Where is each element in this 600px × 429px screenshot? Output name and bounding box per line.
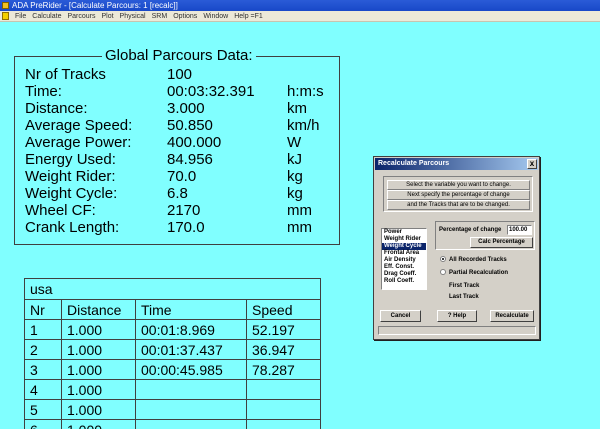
cell-nr: 1	[25, 320, 62, 340]
list-item[interactable]: Weight Rider	[382, 236, 426, 243]
cell-distance: 1.000	[62, 400, 136, 420]
cell-speed: 36.947	[252, 342, 295, 358]
cell-distance: 1.000	[62, 420, 136, 429]
menu-calculate[interactable]: Calculate	[29, 11, 64, 21]
cell-speed: 52.197	[252, 322, 295, 338]
menu-parcours[interactable]: Parcours	[64, 11, 98, 21]
menu-srm[interactable]: SRM	[149, 11, 171, 21]
app-icon	[2, 2, 9, 9]
percentage-group: Percentage of change 100.00 Calc Percent…	[435, 221, 535, 250]
recalculate-parcours-dialog: Recalculate Parcours x Select the variab…	[373, 156, 540, 340]
recalculate-button[interactable]: Recalculate	[490, 310, 534, 322]
menu-bar: File Calculate Parcours Plot Physical SR…	[0, 11, 600, 22]
instruction-line: Select the variable you want to change.	[387, 180, 530, 190]
radio-checked-icon[interactable]	[440, 256, 446, 263]
variable-listbox[interactable]: Power Weight Rider Weight Cycle Frontal …	[381, 228, 427, 290]
cell-time	[136, 420, 247, 429]
cell-nr: 4	[25, 380, 62, 400]
cell-time: 00:01:37.437	[136, 340, 247, 360]
table-header-row: Nr Distance Time Speed	[25, 300, 320, 320]
menu-window[interactable]: Window	[200, 11, 231, 21]
track-selection-group: All Recorded Tracks Partial Recalculatio…	[435, 252, 535, 305]
list-item[interactable]: Air Density	[382, 257, 426, 264]
list-item[interactable]: Frontal Area	[382, 250, 426, 257]
track-table: usa Nr Distance Time Speed 1 1.000 00:01…	[24, 278, 321, 429]
cell-speed	[247, 380, 320, 400]
instruction-line: and the Tracks that are to be changed.	[387, 200, 530, 210]
cell-nr: 2	[25, 340, 62, 360]
dialog-title-bar: Recalculate Parcours x	[375, 158, 538, 170]
list-item[interactable]: Eff. Const.	[382, 264, 426, 271]
menu-plot[interactable]: Plot	[98, 11, 116, 21]
global-parcours-panel: Global Parcours Data: Nr of Tracks 100 T…	[14, 47, 340, 245]
cell-speed	[247, 420, 320, 429]
cell-speed: 78.287	[252, 362, 295, 378]
global-parcours-title: Global Parcours Data:	[102, 47, 256, 65]
menu-physical[interactable]: Physical	[117, 11, 149, 21]
cell-time: 00:01:8.969	[136, 320, 247, 340]
column-header-nr: Nr	[25, 300, 62, 320]
table-row: 4 1.000	[25, 380, 320, 400]
window-title-bar: ADA PreRider - [Calculate Parcours: 1 [r…	[0, 0, 600, 11]
table-row: 3 1.000 00:00:45.985 78.287	[25, 360, 320, 380]
cell-nr: 3	[25, 360, 62, 380]
column-header-distance: Distance	[62, 300, 136, 320]
radio-unchecked-icon[interactable]	[440, 269, 446, 276]
table-row: 6 1.000	[25, 420, 320, 429]
window-title: ADA PreRider - [Calculate Parcours: 1 [r…	[12, 1, 178, 10]
column-header-time: Time	[136, 300, 247, 320]
instruction-line: Next specify the percentage of change	[387, 190, 530, 200]
list-item[interactable]: Roll Coeff.	[382, 278, 426, 285]
cell-distance: 1.000	[62, 380, 136, 400]
cell-speed	[247, 400, 320, 420]
table-row: 2 1.000 00:01:37.437 36.947	[25, 340, 320, 360]
partial-recalculation-radio[interactable]: Partial Recalculation	[440, 269, 508, 278]
cell-distance: 1.000	[62, 340, 136, 360]
instructions-panel: Select the variable you want to change. …	[383, 176, 533, 212]
cell-time	[136, 400, 247, 420]
cell-time	[136, 380, 247, 400]
document-icon[interactable]	[2, 12, 9, 20]
menu-options[interactable]: Options	[170, 11, 200, 21]
percentage-label: Percentage of change	[439, 227, 502, 233]
help-button[interactable]: ? Help	[437, 310, 477, 322]
menu-help[interactable]: Help =F1	[231, 11, 266, 21]
table-name: usa	[25, 279, 320, 300]
list-item[interactable]: Drag Coeff.	[382, 271, 426, 278]
cell-time: 00:00:45.985	[136, 360, 247, 380]
percentage-input[interactable]: 100.00	[507, 225, 532, 235]
table-row: 5 1.000	[25, 400, 320, 420]
dialog-title: Recalculate Parcours	[378, 160, 450, 167]
cell-nr: 6	[25, 420, 62, 429]
cancel-button[interactable]: Cancel	[380, 310, 421, 322]
list-item[interactable]: Power	[382, 229, 426, 236]
table-row: 1 1.000 00:01:8.969 52.197	[25, 320, 320, 340]
cell-nr: 5	[25, 400, 62, 420]
last-track-button[interactable]: Last Track	[449, 294, 479, 300]
cell-distance: 1.000	[62, 320, 136, 340]
first-track-button[interactable]: First Track	[449, 283, 479, 289]
cell-distance: 1.000	[62, 360, 136, 380]
status-bar	[378, 326, 536, 335]
list-item-selected[interactable]: Weight Cycle	[382, 243, 426, 250]
calc-percentage-button[interactable]: Calc Percentage	[470, 237, 533, 248]
menu-file[interactable]: File	[12, 11, 29, 21]
close-icon[interactable]: x	[527, 159, 537, 169]
all-tracks-radio[interactable]: All Recorded Tracks	[440, 256, 507, 265]
column-header-speed: Speed	[252, 302, 293, 318]
